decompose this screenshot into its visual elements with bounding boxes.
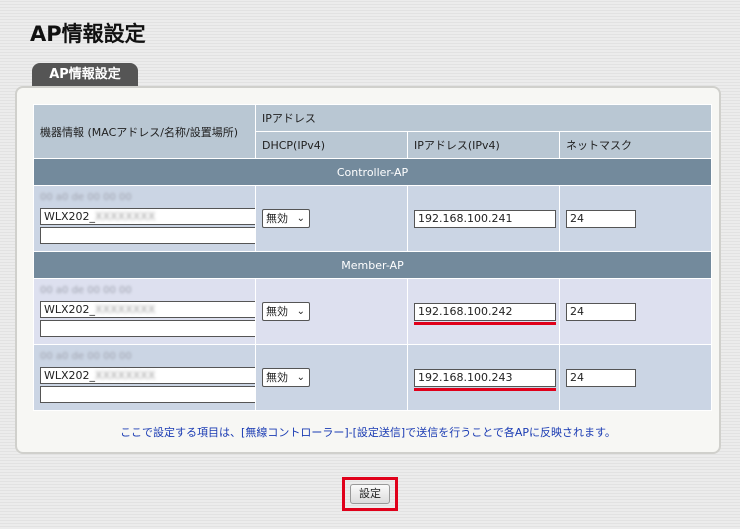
tab-ap-info[interactable]: AP情報設定 [32,63,138,87]
netmask-input[interactable]: 24 [566,209,636,228]
ap-name-field[interactable]: WLX202_XXXXXXXX [40,300,256,318]
netmask-input[interactable]: 24 [566,368,636,387]
table-row: 00 a0 de 00 00 00 WLX202_XXXXXXXX 無効 ⌄ 19… [33,344,712,411]
ap-location-field[interactable] [40,226,256,244]
submit-button[interactable]: 設定 [350,484,390,504]
mac-address: 00 a0 de 00 00 00 [40,284,132,296]
table-row: 00 a0 de 00 00 00 WLX202_XXXXXXXX 無効 ⌄ 19… [33,278,712,345]
dhcp-select[interactable]: 無効 ⌄ [262,209,310,228]
section-controller-ap: Controller-AP [33,158,712,186]
ap-location-field[interactable] [40,319,256,337]
settings-panel: 機器情報 (MACアドレス/名称/設置場所) IPアドレス DHCP(IPv4)… [15,86,721,454]
mac-address: 00 a0 de 00 00 00 [40,350,132,362]
chevron-down-icon: ⌄ [296,213,305,224]
ip-input[interactable]: 192.168.100.243 [414,368,556,387]
ip-highlight: 192.168.100.243 [414,368,556,391]
page-title: AP情報設定 [30,22,146,46]
chevron-down-icon: ⌄ [296,306,305,317]
header-netmask: ネットマスク [559,131,712,159]
dhcp-select[interactable]: 無効 ⌄ [262,368,310,387]
section-member-ap: Member-AP [33,251,712,279]
table-row: 00 a0 de 00 00 00 WLX202_XXXXXXXX 無効 ⌄ 19… [33,185,712,252]
dhcp-select[interactable]: 無効 ⌄ [262,302,310,321]
submit-highlight: 設定 [342,477,398,511]
header-device-info: 機器情報 (MACアドレス/名称/設置場所) [33,104,256,159]
info-note: ここで設定する項目は、[無線コントローラー]-[設定送信]で送信を行うことで各A… [120,426,616,439]
chevron-down-icon: ⌄ [296,372,305,383]
netmask-input[interactable]: 24 [566,302,636,321]
ip-input[interactable]: 192.168.100.241 [414,209,556,228]
ap-name-field[interactable]: WLX202_XXXXXXXX [40,366,256,384]
header-ip: IPアドレス(IPv4) [407,131,560,159]
mac-address: 00 a0 de 00 00 00 [40,191,132,203]
header-dhcp: DHCP(IPv4) [255,131,408,159]
ap-table: 機器情報 (MACアドレス/名称/設置場所) IPアドレス DHCP(IPv4)… [33,104,712,411]
ip-input[interactable]: 192.168.100.242 [414,302,556,321]
ap-name-field[interactable]: WLX202_XXXXXXXX [40,207,256,225]
header-ip-group: IPアドレス [255,104,712,132]
ap-location-field[interactable] [40,385,256,403]
ip-highlight: 192.168.100.242 [414,302,556,325]
